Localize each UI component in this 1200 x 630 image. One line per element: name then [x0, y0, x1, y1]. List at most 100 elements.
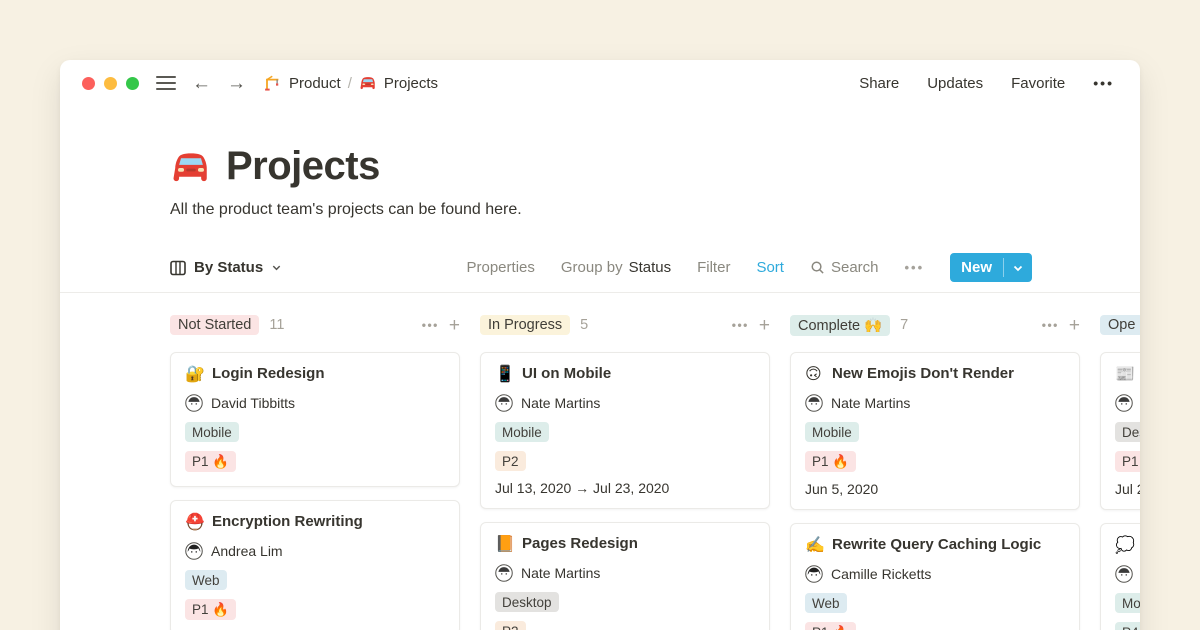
topbar-actions: Share Updates Favorite ••• [859, 75, 1114, 92]
card-title: Encryption Rewriting [212, 513, 363, 530]
priority-tag: P1 🔥 [805, 451, 856, 472]
group-by-label: Group by [561, 259, 623, 276]
column-header: Complete 🙌 7 ••• + [790, 313, 1080, 337]
card-date: Jun 5, 2020 [805, 481, 1065, 497]
sort-button[interactable]: Sort [756, 259, 784, 276]
platform-tag: Des [1115, 422, 1140, 442]
column-count: 7 [900, 317, 908, 333]
column-more-icon[interactable]: ••• [1042, 318, 1059, 332]
lock-with-key-icon: 🔐 [185, 364, 203, 383]
rescue-helmet-icon: ⛑️ [185, 512, 203, 531]
thought-balloon-icon: 💭 [1115, 535, 1133, 554]
avatar [805, 565, 823, 583]
updates-button[interactable]: Updates [927, 75, 983, 92]
avatar [495, 394, 513, 412]
priority-tag: P2 [495, 451, 526, 471]
person-name: Nate Martins [831, 395, 910, 411]
board-view-icon [170, 260, 186, 276]
toolbar-more-icon[interactable]: ••• [905, 260, 925, 275]
avatar [185, 394, 203, 412]
project-card[interactable]: 🙃 New Emojis Don't Render Nate Martins M… [790, 352, 1080, 510]
avatar [495, 564, 513, 582]
project-card[interactable]: 💭 C S Mob P4 [1100, 523, 1140, 630]
filter-button[interactable]: Filter [697, 259, 730, 276]
search-icon [810, 260, 825, 275]
project-card[interactable]: 📰 P N Des P1 🔥 Jul 2 [1100, 352, 1140, 510]
properties-button[interactable]: Properties [467, 259, 535, 276]
avatar [805, 394, 823, 412]
car-icon [170, 146, 212, 188]
upside-down-face-icon: 🙃 [805, 364, 823, 383]
search-button[interactable]: Search [810, 259, 879, 276]
share-button[interactable]: Share [859, 75, 899, 92]
column-count: 11 [269, 317, 284, 333]
new-button-label: New [950, 253, 1003, 282]
view-toolbar: By Status Properties Group by Status Fil… [60, 253, 1140, 293]
column-header: Not Started 11 ••• + [170, 313, 460, 337]
avatar [1115, 565, 1133, 583]
card-title: UI on Mobile [522, 365, 611, 382]
traffic-lights [82, 77, 139, 90]
column-header: Ope [1100, 313, 1140, 337]
column-count: 5 [580, 317, 588, 333]
project-card[interactable]: ⛑️ Encryption Rewriting Andrea Lim Web P… [170, 500, 460, 630]
group-by-button[interactable]: Group by Status [561, 259, 671, 276]
chevron-down-icon[interactable] [1004, 253, 1032, 282]
crane-icon [264, 74, 282, 92]
column-add-icon[interactable]: + [759, 316, 770, 335]
priority-tag: P1 🔥 [185, 599, 236, 620]
chevron-down-icon [271, 262, 282, 273]
column-more-icon[interactable]: ••• [422, 318, 439, 332]
column-add-icon[interactable]: + [1069, 316, 1080, 335]
writing-hand-icon: ✍️ [805, 535, 823, 554]
breadcrumb-item-product[interactable]: Product [264, 74, 341, 92]
forward-arrow-icon[interactable]: → [227, 74, 246, 93]
car-icon [359, 74, 377, 92]
view-selector-label: By Status [194, 259, 263, 276]
page-description: All the product team's projects can be f… [170, 201, 1140, 219]
card-date-range: Jul 13, 2020 → Jul 23, 2020 [495, 480, 755, 496]
project-card[interactable]: 📱 UI on Mobile Nate Martins Mobile P2 Ju… [480, 352, 770, 509]
priority-tag: P1 🔥 [805, 622, 856, 630]
breadcrumb-separator: / [348, 75, 352, 92]
card-title: Login Redesign [212, 365, 325, 382]
priority-tag: P4 [1115, 622, 1140, 630]
column-header: In Progress 5 ••• + [480, 313, 770, 337]
priority-tag: P2 [495, 621, 526, 630]
person-name: Nate Martins [521, 395, 600, 411]
status-badge[interactable]: In Progress [480, 315, 570, 335]
person-name: Andrea Lim [211, 543, 283, 559]
board-column-in-progress: In Progress 5 ••• + 📱 UI on Mobile Nate … [480, 313, 770, 630]
page-header: Projects All the product team's projects… [60, 106, 1140, 219]
project-card[interactable]: 📙 Pages Redesign Nate Martins Desktop P2 [480, 522, 770, 630]
breadcrumb-label: Product [289, 75, 341, 92]
platform-tag: Desktop [495, 592, 559, 612]
board-column-not-started: Not Started 11 ••• + 🔐 Login Redesign Da… [170, 313, 460, 630]
minimize-window-button[interactable] [104, 77, 117, 90]
avatar [185, 542, 203, 560]
project-card[interactable]: ✍️ Rewrite Query Caching Logic Camille R… [790, 523, 1080, 630]
priority-tag: P1 🔥 [1115, 451, 1140, 472]
close-window-button[interactable] [82, 77, 95, 90]
more-options-icon[interactable]: ••• [1093, 75, 1114, 91]
zoom-window-button[interactable] [126, 77, 139, 90]
card-title: New Emojis Don't Render [832, 365, 1014, 382]
board-column-complete: Complete 🙌 7 ••• + 🙃 New Emojis Don't Re… [790, 313, 1080, 630]
new-button[interactable]: New [950, 253, 1032, 282]
group-by-value: Status [629, 259, 672, 276]
platform-tag: Mob [1115, 593, 1140, 613]
view-selector[interactable]: By Status [170, 259, 282, 276]
column-add-icon[interactable]: + [449, 316, 460, 335]
favorite-button[interactable]: Favorite [1011, 75, 1065, 92]
status-badge[interactable]: Complete 🙌 [790, 315, 890, 336]
status-badge[interactable]: Ope [1100, 315, 1140, 335]
hamburger-menu-icon[interactable] [156, 76, 176, 91]
platform-tag: Mobile [185, 422, 239, 442]
column-more-icon[interactable]: ••• [732, 318, 749, 332]
status-badge[interactable]: Not Started [170, 315, 259, 335]
avatar [1115, 394, 1133, 412]
window-topbar: ← → Product / Projects Share Updates Fav… [60, 60, 1140, 106]
project-card[interactable]: 🔐 Login Redesign David Tibbitts Mobile P… [170, 352, 460, 487]
back-arrow-icon[interactable]: ← [192, 74, 211, 93]
breadcrumb-item-projects[interactable]: Projects [359, 74, 438, 92]
